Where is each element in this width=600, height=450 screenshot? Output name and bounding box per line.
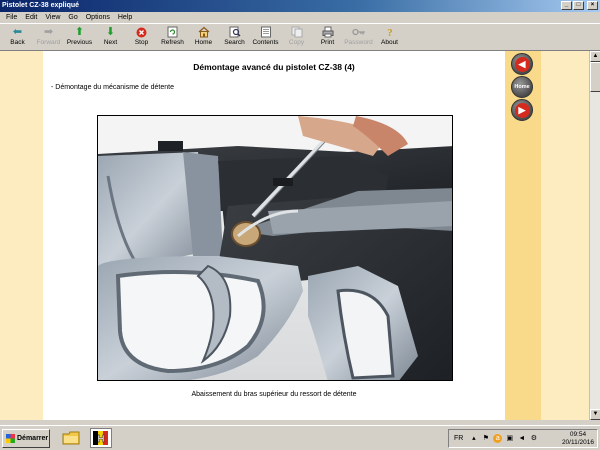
clock-date: 20/11/2016	[561, 439, 594, 446]
password-button[interactable]: Password	[343, 24, 374, 50]
stop-icon	[135, 26, 149, 38]
forward-arrow-icon: ➡	[43, 26, 54, 38]
app-window: Pistolet CZ-38 expliqué _ □ × File Edit …	[0, 0, 600, 425]
menu-edit[interactable]: Edit	[21, 14, 41, 21]
scroll-thumb[interactable]	[590, 62, 600, 92]
help-content-pane: Démontage avancé du pistolet CZ-38 (4) -…	[0, 51, 589, 420]
stop-label: Stop	[134, 39, 149, 46]
about-icon: ?	[383, 26, 397, 38]
print-button[interactable]: Print	[312, 24, 343, 50]
scroll-down-icon[interactable]: ▼	[590, 409, 600, 420]
svg-text:?: ?	[387, 27, 393, 38]
title-bar: Pistolet CZ-38 expliqué _ □ ×	[0, 0, 600, 12]
home-page-button[interactable]: Home	[511, 76, 533, 98]
next-page-button[interactable]: ▶	[511, 99, 533, 121]
search-label: Search	[224, 39, 245, 46]
close-button[interactable]: ×	[587, 1, 598, 10]
copy-button[interactable]: Copy	[281, 24, 312, 50]
key-icon	[351, 26, 366, 38]
right-arrow-icon: ▶	[514, 102, 530, 118]
start-label: Démarrer	[17, 435, 49, 442]
section-subtitle: - Démontage du mécanisme de détente	[51, 84, 174, 91]
menu-view[interactable]: View	[41, 14, 64, 21]
contents-button[interactable]: Contents	[250, 24, 281, 50]
contents-icon	[259, 26, 273, 38]
copy-icon	[290, 26, 304, 38]
chevron-up-icon[interactable]: ▴	[469, 434, 478, 443]
back-arrow-icon: ⬅	[12, 26, 23, 38]
toolbar: ⬅ Back ➡ Forward ⬆ Previous ⬇ Next Stop …	[0, 23, 600, 51]
print-label: Print	[320, 39, 335, 46]
nav-sidebar: ◀ Home ▶	[505, 51, 541, 420]
volume-icon[interactable]: ◄	[517, 434, 526, 443]
up-arrow-icon: ⬆	[74, 26, 85, 38]
maximize-button[interactable]: □	[573, 1, 584, 10]
home-label: Home	[194, 39, 213, 46]
windows-logo-icon	[6, 434, 15, 443]
page-title: Démontage avancé du pistolet CZ-38 (4)	[193, 62, 355, 72]
search-button[interactable]: Search	[219, 24, 250, 50]
menu-bar: File Edit View Go Options Help	[0, 12, 600, 23]
clock-time: 09:54	[569, 431, 587, 438]
down-arrow-icon: ⬇	[105, 26, 116, 38]
copy-label: Copy	[288, 39, 305, 46]
home-button[interactable]: Home	[188, 24, 219, 50]
minimize-button[interactable]: _	[561, 1, 572, 10]
forward-label: Forward	[36, 39, 61, 46]
clock[interactable]: 09:54 20/11/2016	[562, 431, 594, 447]
menu-help[interactable]: Help	[114, 14, 136, 21]
password-label: Password	[344, 39, 373, 46]
svg-text:H: H	[97, 434, 104, 445]
previous-button[interactable]: ⬆ Previous	[64, 24, 95, 50]
about-label: About	[381, 39, 398, 46]
photo-caption: Abaissement du bras supérieur du ressort…	[191, 391, 357, 398]
help-app-taskbar-icon[interactable]: H	[90, 428, 112, 448]
next-label: Next	[103, 39, 118, 46]
pistol-mechanism-photo	[97, 115, 453, 381]
language-indicator[interactable]: FR	[454, 435, 463, 442]
home-icon	[197, 26, 211, 38]
menu-go[interactable]: Go	[64, 14, 81, 21]
page-body: Démontage avancé du pistolet CZ-38 (4) -…	[43, 51, 505, 420]
settings-icon[interactable]: ⚙	[529, 434, 538, 443]
left-arrow-icon: ◀	[514, 56, 530, 72]
refresh-label: Refresh	[161, 39, 184, 46]
system-tray: FR ▴ ⚑ a ▣ ◄ ⚙ 09:54 20/11/2016	[448, 429, 598, 448]
window-controls: _ □ ×	[561, 1, 598, 10]
folder-icon[interactable]	[62, 430, 80, 446]
previous-label: Previous	[66, 39, 93, 46]
taskbar: Démarrer H FR ▴ ⚑ a ▣ ◄ ⚙ 09:54 20/11/20…	[0, 425, 600, 450]
scroll-up-icon[interactable]: ▲	[590, 51, 600, 62]
network-icon[interactable]: ▣	[505, 434, 514, 443]
start-button[interactable]: Démarrer	[2, 429, 50, 448]
prev-page-button[interactable]: ◀	[511, 53, 533, 75]
home-page-label: Home	[514, 84, 530, 90]
refresh-icon	[166, 26, 180, 38]
flag-icon[interactable]: ⚑	[481, 434, 490, 443]
about-button[interactable]: ? About	[374, 24, 405, 50]
menu-file[interactable]: File	[2, 14, 21, 21]
search-icon	[228, 26, 242, 38]
window-title: Pistolet CZ-38 expliqué	[2, 2, 80, 9]
contents-label: Contents	[252, 39, 279, 46]
antivirus-icon[interactable]: a	[493, 434, 503, 443]
vertical-scrollbar[interactable]: ▲ ▼	[589, 51, 600, 420]
back-button[interactable]: ⬅ Back	[2, 24, 33, 50]
back-label: Back	[10, 39, 25, 46]
next-button[interactable]: ⬇ Next	[95, 24, 126, 50]
forward-button[interactable]: ➡ Forward	[33, 24, 64, 50]
refresh-button[interactable]: Refresh	[157, 24, 188, 50]
stop-button[interactable]: Stop	[126, 24, 157, 50]
menu-options[interactable]: Options	[82, 14, 114, 21]
print-icon	[321, 26, 335, 38]
